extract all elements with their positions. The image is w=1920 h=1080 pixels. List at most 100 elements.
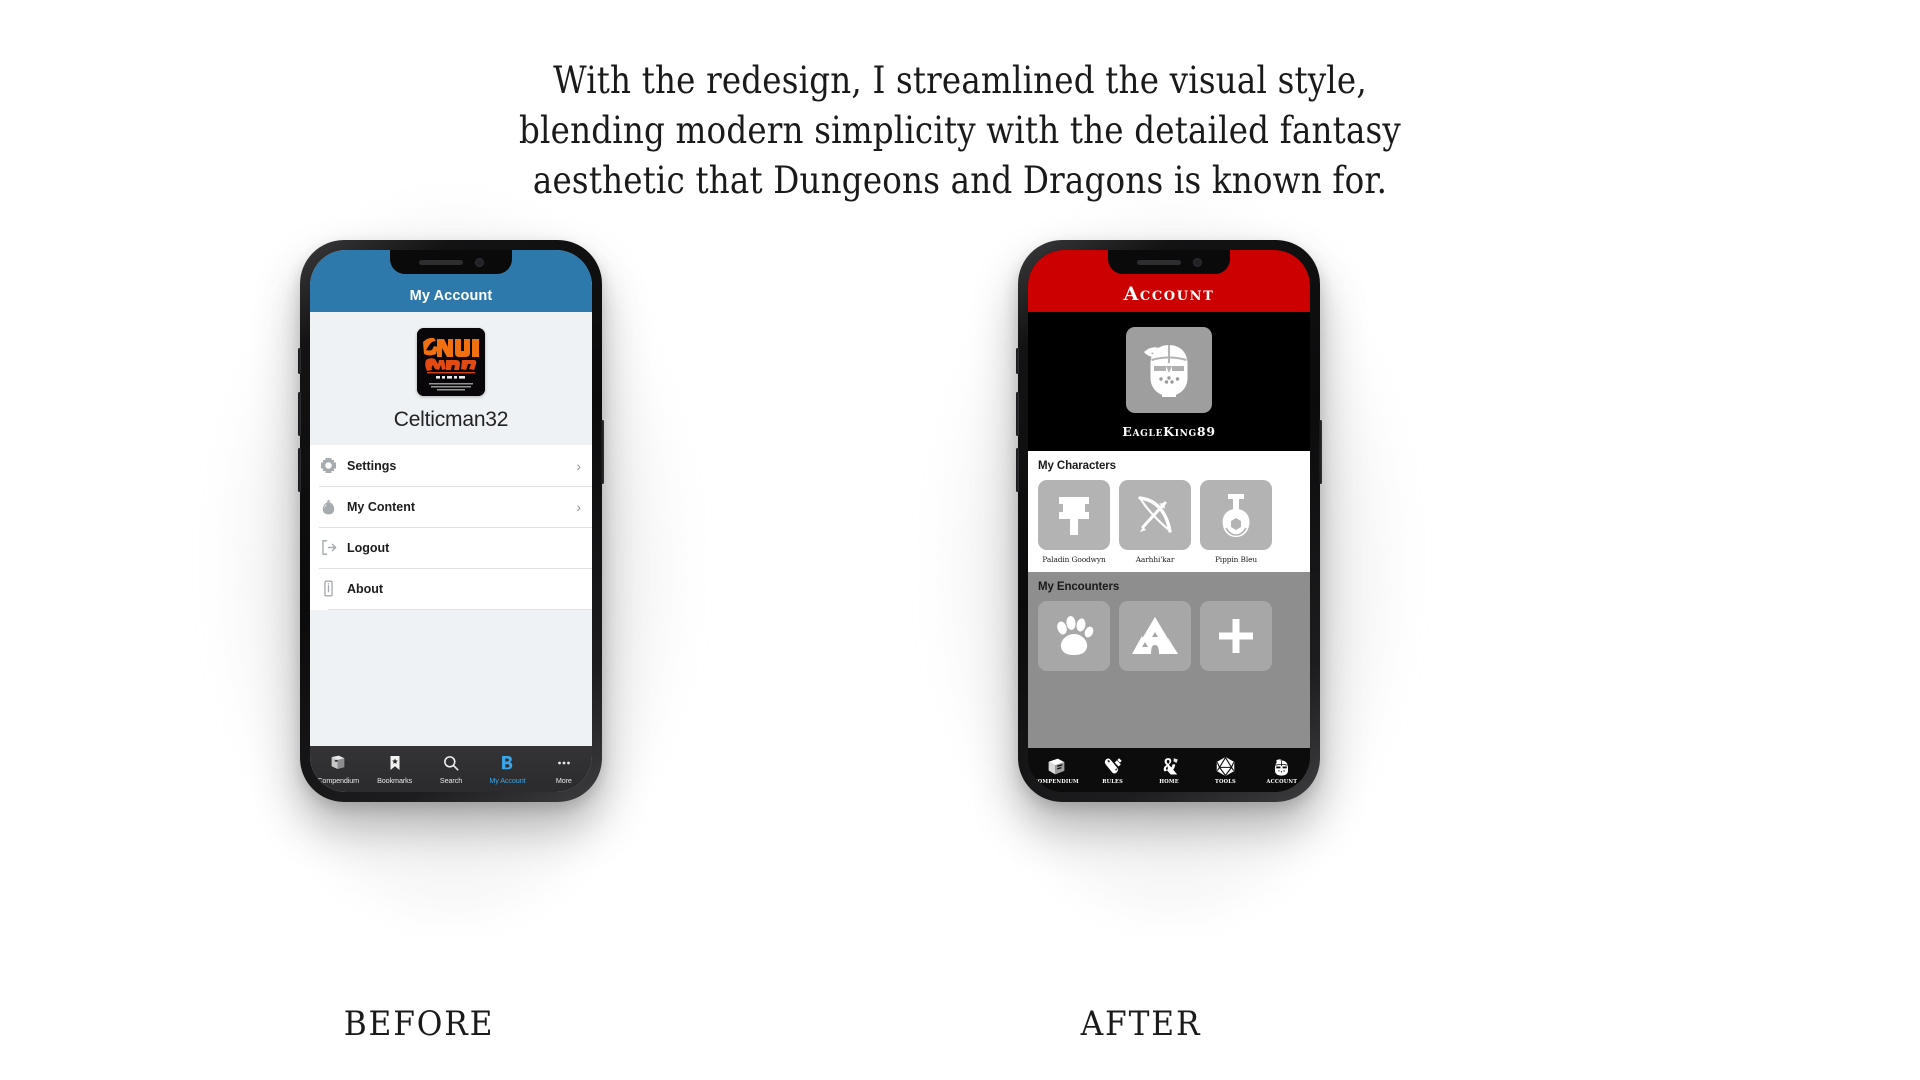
tab-label: Search <box>439 775 463 785</box>
encounter-tile-image <box>1119 601 1191 671</box>
tab-bookmarks[interactable]: Bookmarks <box>366 754 422 785</box>
add-encounter-button[interactable] <box>1200 601 1272 671</box>
character-tile-pippin-bleu[interactable]: Pippin Bleu <box>1200 480 1272 564</box>
helmet-icon <box>1254 756 1310 777</box>
earpiece-speaker <box>1136 259 1181 265</box>
tab-my-account[interactable]: My Account <box>479 754 535 785</box>
menu-item-label: About <box>347 581 384 596</box>
encounter-tile-mountains[interactable] <box>1119 601 1191 676</box>
tab-label: HOME <box>1159 778 1179 785</box>
character-name: Pippin Bleu <box>1214 555 1258 564</box>
beyond-b-icon <box>479 754 535 773</box>
encounter-tile-image <box>1038 601 1110 671</box>
tab-label: My Account <box>489 775 526 785</box>
tab-home[interactable]: HOME <box>1141 756 1197 785</box>
comparison-stage: My Account Celticman32 Settings › My Con… <box>0 0 1920 1080</box>
tab-compendium[interactable]: COMPENDIUM <box>1028 756 1084 785</box>
knight-helmet-icon <box>1144 345 1188 397</box>
avatar[interactable] <box>417 328 485 396</box>
chevron-right-icon: › <box>576 457 581 474</box>
tab-label: ACCOUNT <box>1266 778 1298 785</box>
search-icon <box>423 754 479 773</box>
my-characters-section: My Characters Paladin Goodwyn Aarhhi'kar… <box>1028 451 1310 572</box>
character-tile-image <box>1119 480 1191 550</box>
menu-item-my-content[interactable]: My Content › <box>310 486 592 527</box>
caption-before: BEFORE <box>343 1004 495 1044</box>
tab-label: Bookmarks <box>377 775 413 785</box>
power-button[interactable] <box>1319 420 1322 484</box>
earpiece-speaker <box>418 259 463 265</box>
bag-icon <box>319 497 338 516</box>
after-profile-section: EagleKing89 <box>1028 312 1310 451</box>
phone-frame-after: Account EagleKing89 My Characters Paladi… <box>1016 240 1322 802</box>
d20-die-icon <box>1197 756 1253 777</box>
front-camera <box>474 257 484 267</box>
character-tile-image <box>1038 480 1110 550</box>
bow-and-arrow-icon <box>1138 496 1172 533</box>
tab-label: Compendium <box>317 775 360 785</box>
volume-up-button[interactable] <box>1016 392 1019 436</box>
volume-down-button[interactable] <box>298 448 301 492</box>
volume-up-button[interactable] <box>298 392 301 436</box>
mute-switch[interactable] <box>298 348 301 374</box>
tab-label: RULES <box>1102 778 1124 785</box>
phone-notch <box>390 250 512 274</box>
character-tile-list: Paladin Goodwyn Aarhhi'kar Pippin Bleu <box>1038 480 1300 564</box>
encounter-tile-beast[interactable] <box>1038 601 1110 676</box>
before-navbar-title: My Account <box>409 288 493 304</box>
tab-tools[interactable]: TOOLS <box>1197 756 1253 785</box>
power-button[interactable] <box>601 420 604 484</box>
before-phone-mockup: My Account Celticman32 Settings › My Con… <box>218 200 688 920</box>
lute-icon <box>1222 494 1250 537</box>
after-username: EagleKing89 <box>1122 424 1216 439</box>
book-icon <box>310 754 366 773</box>
character-tile-paladin-goodwyn[interactable]: Paladin Goodwyn <box>1038 480 1110 564</box>
paw-print-icon <box>1057 616 1094 655</box>
ellipsis-icon <box>536 754 592 773</box>
before-menu-list: Settings › My Content › Logout About <box>310 445 592 610</box>
tab-account[interactable]: ACCOUNT <box>1254 756 1310 785</box>
chevron-right-icon: › <box>576 498 581 515</box>
before-empty-space <box>310 610 592 746</box>
my-encounters-title: My Encounters <box>1038 581 1120 593</box>
character-name: Aarhhi'kar <box>1135 555 1175 564</box>
tab-label: More <box>555 775 572 785</box>
menu-item-label: My Content <box>347 499 416 514</box>
logout-icon <box>319 538 338 557</box>
menu-item-about[interactable]: About <box>310 568 592 609</box>
after-phone-mockup: Account EagleKing89 My Characters Paladi… <box>936 200 1406 920</box>
tab-label: COMPENDIUM <box>1033 778 1079 785</box>
warhammer-icon <box>1059 497 1089 535</box>
phone-screen-after: Account EagleKing89 My Characters Paladi… <box>1028 250 1310 792</box>
phone-notch <box>1108 250 1230 274</box>
mountains-icon <box>1132 617 1178 654</box>
menu-item-settings[interactable]: Settings › <box>310 445 592 486</box>
caption-after: AFTER <box>1080 1004 1202 1044</box>
bookmark-icon <box>366 754 422 773</box>
tab-search[interactable]: Search <box>423 754 479 785</box>
menu-item-logout[interactable]: Logout <box>310 527 592 568</box>
avatar[interactable] <box>1126 327 1212 413</box>
ampersand-icon <box>1141 756 1197 777</box>
tab-compendium[interactable]: Compendium <box>310 754 366 785</box>
tab-label: TOOLS <box>1214 778 1236 785</box>
encounter-tile-add-new[interactable] <box>1200 601 1272 676</box>
info-icon <box>319 579 338 598</box>
character-tile-image <box>1200 480 1272 550</box>
my-characters-title: My Characters <box>1038 460 1116 472</box>
encounter-tile-list <box>1038 601 1300 676</box>
after-app-screen: Account EagleKing89 My Characters Paladi… <box>1028 250 1310 792</box>
character-tile-aarhhikar[interactable]: Aarhhi'kar <box>1119 480 1191 564</box>
after-tabbar: COMPENDIUM RULES HOME TOOLS ACCOUNT <box>1028 748 1310 792</box>
tab-rules[interactable]: RULES <box>1084 756 1140 785</box>
mute-switch[interactable] <box>1016 348 1019 374</box>
tab-more[interactable]: More <box>536 754 592 785</box>
phone-screen-before: My Account Celticman32 Settings › My Con… <box>310 250 592 792</box>
menu-item-label: Settings <box>347 458 397 473</box>
volume-down-button[interactable] <box>1016 448 1019 492</box>
menu-item-label: Logout <box>347 540 390 555</box>
before-username: Celticman32 <box>393 408 509 431</box>
before-app-screen: My Account Celticman32 Settings › My Con… <box>310 250 592 792</box>
before-tabbar: Compendium Bookmarks Search My Account M… <box>310 746 592 792</box>
my-encounters-section: My Encounters <box>1028 572 1310 748</box>
